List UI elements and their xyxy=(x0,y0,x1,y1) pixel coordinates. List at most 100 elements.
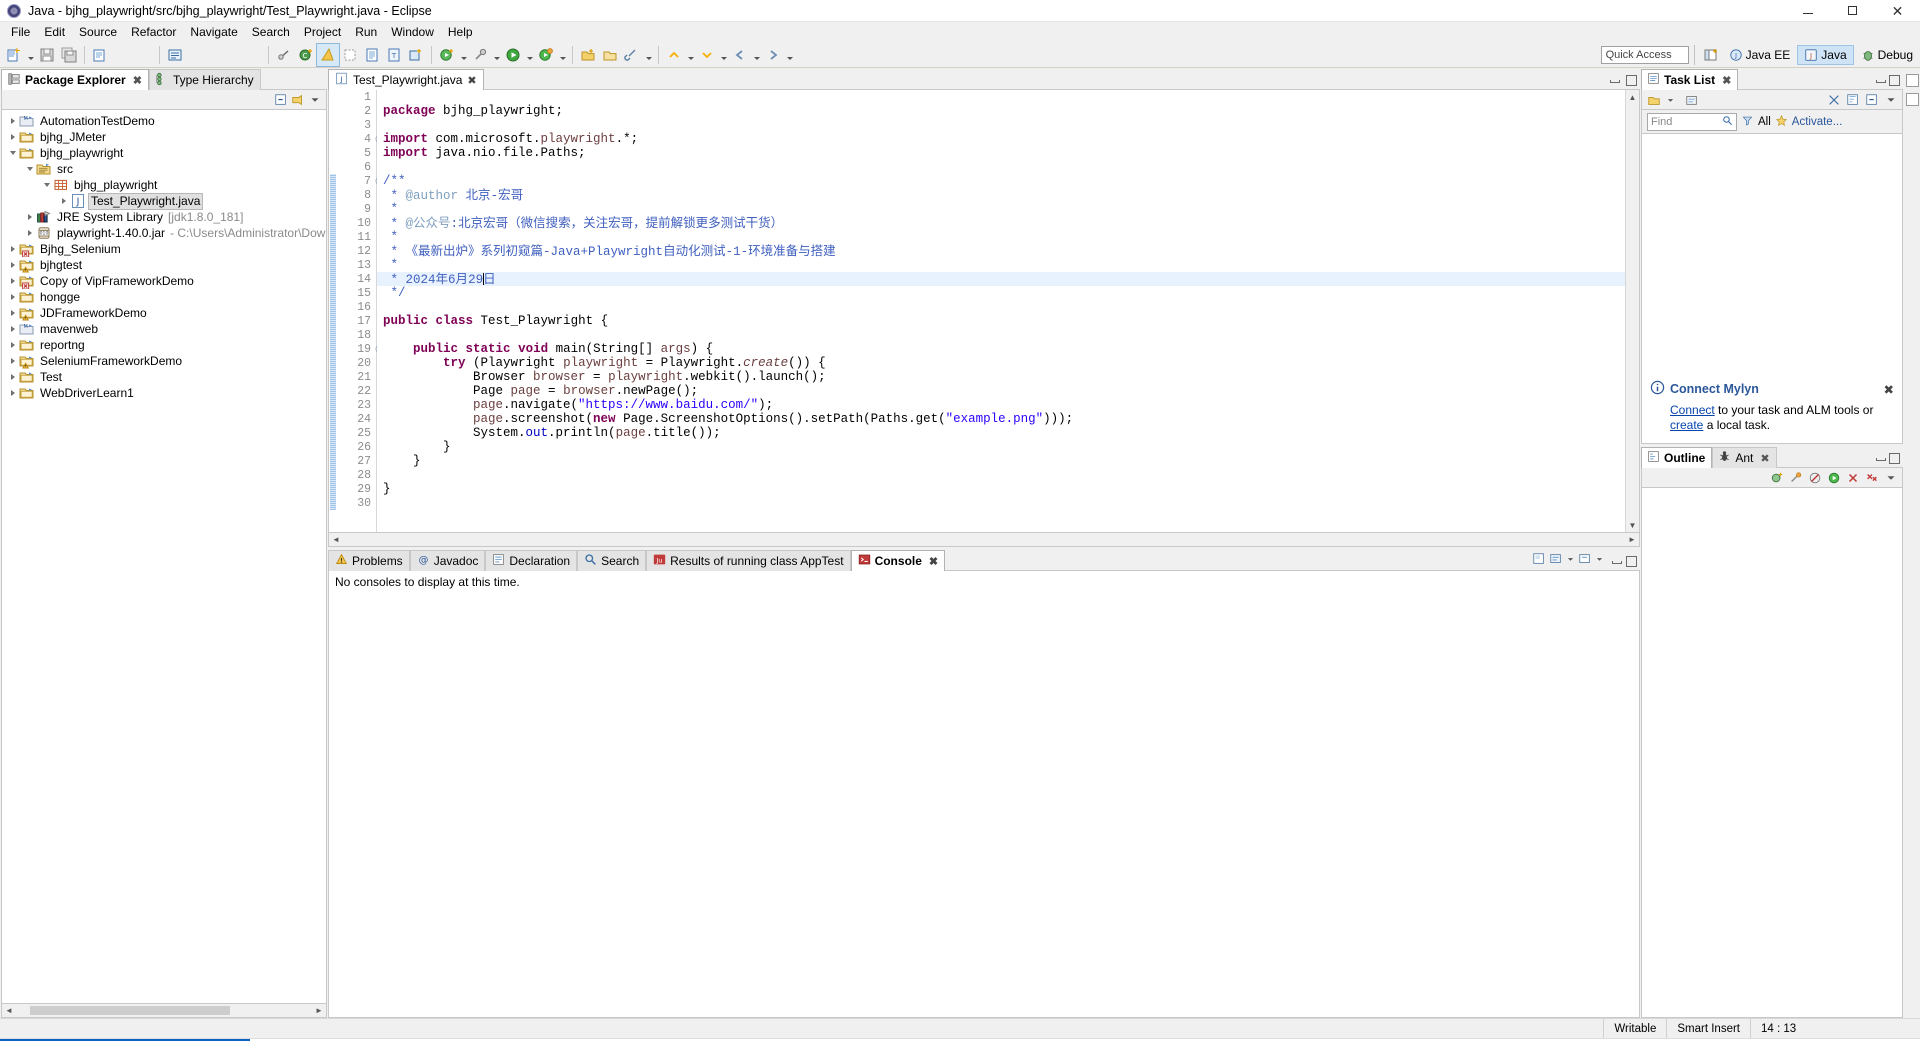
chevron-right-icon[interactable] xyxy=(6,113,19,129)
tab-package-explorer[interactable]: Package Explorer ✖ xyxy=(1,69,149,90)
new-java-class-button[interactable]: C xyxy=(295,44,317,66)
filter-completed-icon[interactable] xyxy=(1846,93,1860,107)
tree-item[interactable]: Copy of VipFrameworkDemo xyxy=(2,273,326,290)
close-button[interactable]: ✕ xyxy=(1875,0,1920,22)
code-line[interactable]: * @author 北京-宏哥 xyxy=(377,188,1625,204)
code-line[interactable]: * xyxy=(377,202,1625,216)
tree-item[interactable]: hongge xyxy=(2,289,326,305)
chevron-right-icon[interactable] xyxy=(23,225,36,241)
quick-access-input[interactable]: Quick Access xyxy=(1600,45,1689,64)
outline-content[interactable] xyxy=(1641,488,1903,1018)
tab-test-playwright-java[interactable]: J Test_Playwright.java ✖ xyxy=(328,69,484,90)
run-ant-icon[interactable] xyxy=(1789,471,1803,485)
chevron-right-icon[interactable] xyxy=(23,209,36,225)
maximize-view-icon[interactable] xyxy=(1625,555,1637,567)
tree-item[interactable]: bjhg_JMeter xyxy=(2,129,326,145)
maximize-view-icon[interactable] xyxy=(1888,452,1900,464)
minimized-view-icon[interactable] xyxy=(1905,93,1919,106)
code-line[interactable] xyxy=(377,160,1625,174)
chevron-down-icon[interactable] xyxy=(40,177,53,193)
source-editor[interactable]: 1 2 3 4 5 6 7 8 9 10 11 12 13 14 15 16 17 18 19 20 21 22 23 24 2… xyxy=(328,90,1640,533)
scroll-up-icon[interactable]: ▲ xyxy=(1626,90,1639,104)
code-line[interactable]: * 《最新出炉》系列初窥篇-Java+Playwright自动化测试-1-环境准… xyxy=(377,244,1625,260)
minimize-view-icon[interactable] xyxy=(1611,555,1622,566)
chevron-right-icon[interactable] xyxy=(6,129,19,145)
chevron-right-icon[interactable] xyxy=(6,257,19,273)
display-selected-console-icon[interactable] xyxy=(1549,552,1563,569)
run-last-tool-button[interactable] xyxy=(436,44,458,66)
code-line[interactable] xyxy=(377,328,1625,342)
connect-link[interactable]: Connect xyxy=(1670,403,1715,417)
menu-refactor[interactable]: Refactor xyxy=(124,23,183,41)
next-annotation-button[interactable] xyxy=(696,44,718,66)
chevron-right-icon[interactable] xyxy=(6,289,19,305)
code-line[interactable]: } xyxy=(377,454,1625,468)
code-line[interactable]: Page page = browser.newPage(); xyxy=(377,384,1625,398)
back-button[interactable] xyxy=(729,44,751,66)
task-list-content[interactable]: Connect Mylyn ✖ Connect to your task and… xyxy=(1641,134,1903,444)
close-icon[interactable]: ✖ xyxy=(1884,382,1894,397)
minimize-editor-icon[interactable] xyxy=(1609,74,1620,85)
tab-search[interactable]: Search xyxy=(577,550,647,571)
new-package-button[interactable] xyxy=(577,44,599,66)
menu-file[interactable]: File xyxy=(4,23,37,41)
maximize-editor-icon[interactable] xyxy=(1625,74,1637,86)
back-dropdown-icon[interactable] xyxy=(751,44,762,66)
chevron-right-icon[interactable] xyxy=(6,385,19,401)
chevron-right-icon[interactable] xyxy=(6,273,19,289)
tree-item[interactable]: JDFrameworkDemo xyxy=(2,305,326,321)
run-config-dropdown-icon[interactable] xyxy=(524,44,535,66)
tab-outline[interactable]: Outline xyxy=(1641,447,1713,468)
code-line[interactable]: } xyxy=(377,440,1625,454)
editor-hscrollbar[interactable]: ◄ ► xyxy=(328,533,1640,547)
tree-item[interactable]: bjhg_playwright xyxy=(2,177,326,193)
coverage-dropdown-icon[interactable] xyxy=(557,44,568,66)
code-line[interactable]: Browser browser = playwright.webkit().la… xyxy=(377,370,1625,384)
code-line[interactable]: try (Playwright playwright = Playwright.… xyxy=(377,356,1625,370)
chevron-right-icon[interactable] xyxy=(6,321,19,337)
new-task-icon[interactable] xyxy=(1647,93,1661,107)
create-link[interactable]: create xyxy=(1670,418,1703,432)
save-button[interactable] xyxy=(36,44,58,66)
scroll-right-icon[interactable]: ► xyxy=(312,1004,326,1017)
code-line[interactable] xyxy=(377,118,1625,132)
editor-vscrollbar[interactable]: ▲ ▼ xyxy=(1625,90,1639,532)
view-menu-icon[interactable] xyxy=(1884,93,1898,107)
console-view[interactable]: No consoles to display at this time. xyxy=(328,571,1640,1018)
code-line[interactable] xyxy=(377,496,1625,510)
minimize-button[interactable] xyxy=(1785,0,1830,22)
new-java-project-button[interactable] xyxy=(316,42,340,67)
tab-task-list[interactable]: Task List ✖ xyxy=(1641,69,1739,90)
save-all-button[interactable] xyxy=(58,44,80,66)
activate-icon[interactable] xyxy=(1775,114,1787,129)
view-menu-icon[interactable] xyxy=(308,93,322,107)
tree-item[interactable]: bjhgtest xyxy=(2,257,326,273)
tree-item[interactable]: Bjhg_Selenium xyxy=(2,241,326,258)
chevron-right-icon[interactable] xyxy=(57,193,70,209)
new-wizard-dropdown-icon[interactable] xyxy=(25,44,36,66)
collapse-all-icon[interactable] xyxy=(1865,93,1879,107)
code-line[interactable] xyxy=(377,468,1625,482)
menu-project[interactable]: Project xyxy=(297,23,348,41)
new-annotation-button[interactable] xyxy=(405,44,427,66)
prev-annotation-dropdown-icon[interactable] xyxy=(685,44,696,66)
tree-item[interactable]: Test xyxy=(2,369,326,385)
focus-on-workweek-icon[interactable] xyxy=(1827,93,1841,107)
hide-internal-targets-icon[interactable] xyxy=(1808,471,1822,485)
tree-item[interactable]: src xyxy=(2,161,326,177)
chevron-right-icon[interactable] xyxy=(6,337,19,353)
menu-navigate[interactable]: Navigate xyxy=(183,23,244,41)
code-line[interactable]: * 2024年6月29日 xyxy=(377,272,1625,287)
open-resource-button[interactable]: T xyxy=(383,44,405,66)
filter-all-label[interactable]: All xyxy=(1758,116,1771,128)
run-dropdown-icon[interactable] xyxy=(458,44,469,66)
scroll-left-icon[interactable]: ◄ xyxy=(329,535,343,544)
code-line[interactable]: package bjhg_playwright; xyxy=(377,104,1625,118)
code-line[interactable] xyxy=(377,90,1625,104)
tree-item[interactable]: Mmavenweb xyxy=(2,321,326,337)
chevron-down-icon[interactable] xyxy=(6,145,19,161)
close-icon[interactable]: ✖ xyxy=(929,555,938,568)
project-tree[interactable]: M AutomationTestDemo bjhg_JMeter bjhg_playw… xyxy=(1,110,327,1004)
tree-item[interactable]: SeleniumFrameworkDemo xyxy=(2,353,326,369)
code-line[interactable]: /** xyxy=(377,174,1625,188)
